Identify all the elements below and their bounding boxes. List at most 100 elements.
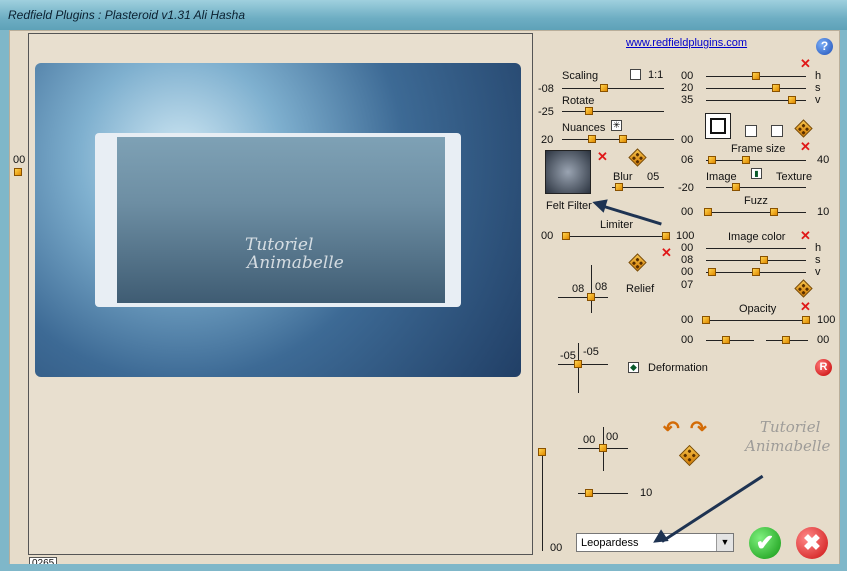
texture-label: Texture (776, 171, 813, 183)
ok-button[interactable]: ✔ (749, 527, 781, 559)
offset-x-value: 00 (583, 434, 596, 446)
nuances-track[interactable] (562, 139, 674, 140)
image-color-h-track[interactable] (706, 248, 806, 249)
image-color-v-value: 00 (681, 266, 694, 278)
rotate-label: Rotate (562, 95, 595, 107)
frame-size-track[interactable] (706, 160, 806, 161)
limiter-label: Limiter (600, 219, 634, 231)
image-texture-track[interactable] (706, 187, 806, 188)
image-color-v-thumb[interactable] (708, 268, 716, 276)
relief-thumb[interactable] (587, 293, 595, 301)
relief-y-track[interactable] (591, 265, 592, 313)
image-color-s-label: s (815, 254, 821, 266)
frame-style-option-1[interactable] (745, 125, 757, 137)
frame-size-reset-icon[interactable]: ✕ (800, 140, 811, 153)
blur-value-2: -20 (678, 182, 694, 194)
fuzz-thumb-left[interactable] (704, 208, 712, 216)
fuzz-max: 10 (817, 206, 830, 218)
opacity-low-thumb-right[interactable] (782, 336, 790, 344)
image-texture-toggle[interactable]: ▮ (751, 168, 762, 179)
rotate-right-icon[interactable]: ↷ (690, 416, 707, 441)
vertical-thumb[interactable] (538, 448, 546, 456)
preview-frame-texture: Tutoriel Animabelle (35, 63, 521, 377)
opacity-track[interactable] (706, 320, 806, 321)
blur-value: 05 (647, 171, 660, 183)
image-color-v-label: v (815, 266, 821, 278)
fuzz-thumb-right[interactable] (770, 208, 778, 216)
blur-label: Blur (613, 171, 633, 183)
nuances-thumb[interactable] (588, 135, 596, 143)
frame-style-option-2[interactable] (771, 125, 783, 137)
blur-thumb[interactable] (615, 183, 623, 191)
frame-size-thumb-right[interactable] (742, 156, 750, 164)
preset-selected-value: Leopardess (581, 537, 639, 549)
image-color-reset-icon[interactable]: ✕ (800, 229, 811, 242)
frame-size-max: 40 (817, 154, 830, 166)
limiter-thumb-right[interactable] (662, 232, 670, 240)
panel-watermark-line1: Tutoriel (760, 418, 821, 436)
opacity-thumb-left[interactable] (702, 316, 710, 324)
hsv-h-thumb[interactable] (752, 72, 760, 80)
scaling-thumb[interactable] (600, 84, 608, 92)
help-button[interactable]: ? (816, 38, 833, 55)
opacity-label: Opacity (739, 303, 777, 315)
redfield-link[interactable]: www.redfieldplugins.com (626, 37, 747, 49)
zoom-value: 10 (640, 487, 653, 499)
cancel-button[interactable]: ✖ (796, 527, 828, 559)
nuances-thumb-2[interactable] (619, 135, 627, 143)
deformation-checkbox[interactable]: ◆ (628, 362, 639, 373)
nuances-checkbox[interactable]: ✳ (611, 120, 622, 131)
zoom-thumb[interactable] (585, 489, 593, 497)
vertical-offset-thumb[interactable] (14, 168, 22, 176)
deformation-thumb[interactable] (574, 360, 582, 368)
ratio-checkbox[interactable] (630, 69, 641, 80)
hsv-v-thumb[interactable] (788, 96, 796, 104)
frame-size-thumb-left[interactable] (708, 156, 716, 164)
relief-x-value: 08 (572, 283, 585, 295)
left-offset-value: 00 (13, 154, 26, 166)
felt-filter-label: Felt Filter (546, 200, 592, 212)
deformation-x-track[interactable] (558, 364, 608, 365)
nuances-value: 20 (541, 134, 554, 146)
limiter-max: 100 (676, 230, 695, 242)
image-color-v-thumb-2[interactable] (752, 268, 760, 276)
scaling-track[interactable] (562, 88, 664, 89)
hsv-s-thumb[interactable] (772, 84, 780, 92)
opacity-low-track-left[interactable] (706, 340, 754, 341)
vertical-track[interactable] (542, 450, 543, 551)
limiter-track[interactable] (562, 236, 670, 237)
window-title: Redfield Plugins : Plasteroid v1.31 Ali … (8, 8, 246, 22)
rotate-left-icon[interactable]: ↶ (663, 416, 680, 441)
title-bar: Redfield Plugins : Plasteroid v1.31 Ali … (0, 0, 847, 30)
frame-style-selected[interactable] (705, 113, 731, 139)
deformation-label: Deformation (648, 362, 708, 374)
opacity-reset-icon[interactable]: ✕ (800, 300, 811, 313)
image-texture-thumb[interactable] (732, 183, 740, 191)
relief-x-track[interactable] (558, 297, 608, 298)
opacity-thumb-right[interactable] (802, 316, 810, 324)
opacity-low-left: 00 (681, 334, 694, 346)
image-color-h-value: 00 (681, 242, 694, 254)
image-color-s-track[interactable] (706, 260, 806, 261)
fuzz-label: Fuzz (744, 195, 768, 207)
opacity-low-thumb-left[interactable] (722, 336, 730, 344)
image-color-label: Image color (728, 231, 786, 243)
frame-size-min: 06 (681, 154, 694, 166)
fuzz-track[interactable] (706, 212, 806, 213)
frame-size-label: Frame size (731, 143, 786, 155)
rotate-thumb[interactable] (585, 107, 593, 115)
chevron-down-icon[interactable]: ▼ (716, 534, 733, 551)
offset-y-value: 00 (606, 431, 619, 443)
hsv-s-track[interactable] (706, 88, 806, 89)
felt-filter-reset-icon[interactable]: ✕ (597, 150, 608, 163)
rotate-track[interactable] (562, 111, 664, 112)
reset-button[interactable]: R (815, 359, 832, 376)
image-color-s-thumb[interactable] (760, 256, 768, 264)
felt-filter-preview[interactable] (545, 150, 591, 194)
hsv-reset-icon[interactable]: ✕ (800, 57, 811, 70)
preview-pane[interactable]: Tutoriel Animabelle (28, 33, 533, 555)
limiter-thumb-left[interactable] (562, 232, 570, 240)
deformation-y-track[interactable] (578, 343, 579, 393)
offset-thumb[interactable] (599, 444, 607, 452)
relief-reset-icon[interactable]: ✕ (661, 246, 672, 259)
